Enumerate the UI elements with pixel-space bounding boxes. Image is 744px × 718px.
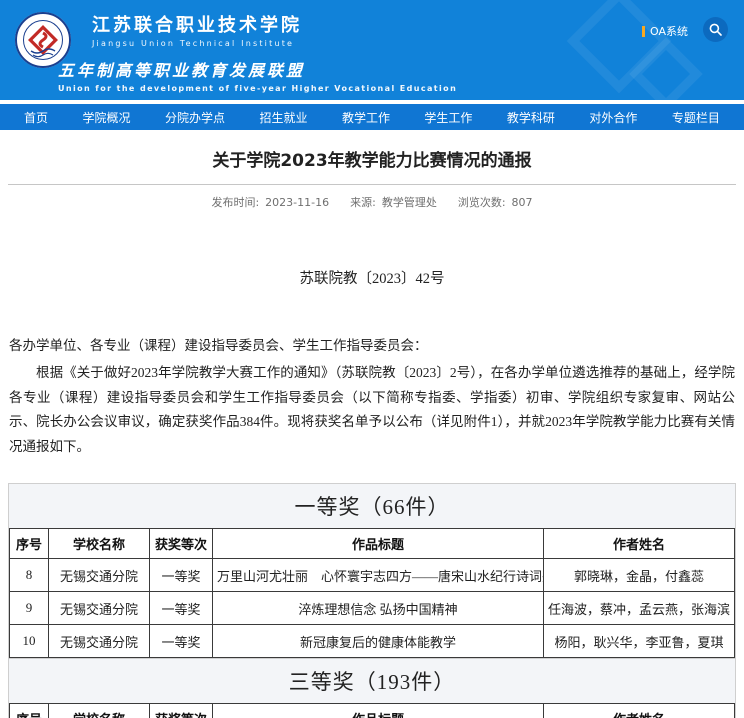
table-header-row: 序号 学校名称 获奖等次 作品标题 作者姓名 [10,704,735,718]
union-name-en: Union for the development of five-year H… [58,84,457,93]
col-header-work-title: 作品标题 [213,704,544,718]
site-name-en: Jiangsu Union Technical Institute [92,39,302,48]
award-table: 序号 学校名称 获奖等次 作品标题 作者姓名 15 无锡交通分院 三等奖 倡导理… [9,703,735,718]
source-value: 教学管理处 [382,196,437,209]
award-section-title: 一等奖（66件） [9,484,735,528]
award-section-title: 三等奖（193件） [9,659,735,703]
table-cell: 一等奖 [150,559,213,592]
nav-item-teaching[interactable]: 教学工作 [342,109,390,126]
site-identity: 江苏联合职业技术学院 Jiangsu Union Technical Insti… [92,16,302,48]
search-icon [709,23,722,36]
col-header-authors: 作者姓名 [544,529,735,559]
col-header-index: 序号 [10,704,49,718]
table-header-row: 序号 学校名称 获奖等次 作品标题 作者姓名 [10,529,735,559]
nav-item-research[interactable]: 教学科研 [507,109,555,126]
title-divider [8,184,736,185]
page-title: 关于学院2023年教学能力比赛情况的通报 [0,146,744,171]
site-header: 江苏联合职业技术学院 Jiangsu Union Technical Insti… [0,0,744,100]
site-name: 江苏联合职业技术学院 [92,16,302,36]
col-header-index: 序号 [10,529,49,559]
oa-marker-icon [642,26,645,37]
views-label: 浏览次数: [458,196,506,209]
col-header-grade: 获奖等次 [150,704,213,718]
main-nav: 首页 学院概况 分院办学点 招生就业 教学工作 学生工作 教学科研 对外合作 专… [0,104,744,130]
table-row: 10 无锡交通分院 一等奖 新冠康复后的健康体能教学 杨阳，耿兴华，李亚鲁，夏琪 [10,625,735,658]
salutation: 各办学单位、各专业（课程）建设指导委员会、学生工作指导委员会： [9,334,735,354]
col-header-school: 学校名称 [49,704,150,718]
article-meta: 发布时间: 2023-11-16 来源: 教学管理处 浏览次数: 807 [0,194,744,210]
table-cell: 无锡交通分院 [49,625,150,658]
nav-item-overview[interactable]: 学院概况 [82,109,130,126]
nav-item-cooperation[interactable]: 对外合作 [589,109,637,126]
nav-item-branches[interactable]: 分院办学点 [165,109,225,126]
table-cell: 无锡交通分院 [49,559,150,592]
body-paragraph: 根据《关于做好2023年学院教学大赛工作的通知》（苏联院教〔2023〕2号），在… [9,361,735,459]
table-cell: 10 [10,625,49,658]
table-cell: 8 [10,559,49,592]
nav-item-admissions[interactable]: 招生就业 [259,109,307,126]
table-cell: 一等奖 [150,625,213,658]
col-header-authors: 作者姓名 [544,704,735,718]
table-cell: 淬炼理想信念 弘扬中国精神 [213,592,544,625]
publish-time-value: 2023-11-16 [265,196,329,209]
award-section-first-prize: 一等奖（66件） 序号 学校名称 获奖等次 作品标题 作者姓名 8 无锡交通分院 [8,483,736,659]
table-cell: 万里山河尤壮丽 心怀寰宇志四方——唐宋山水纪行诗词鉴赏 [213,559,544,592]
publish-time-label: 发布时间: [211,196,259,209]
award-tables: 一等奖（66件） 序号 学校名称 获奖等次 作品标题 作者姓名 8 无锡交通分院 [8,483,736,718]
views-value: 807 [512,196,533,209]
table-cell: 无锡交通分院 [49,592,150,625]
nav-item-special-topics[interactable]: 专题栏目 [672,109,720,126]
award-table: 序号 学校名称 获奖等次 作品标题 作者姓名 8 无锡交通分院 一等奖 万里山河… [9,528,735,658]
source-label: 来源: [350,196,376,209]
col-header-work-title: 作品标题 [213,529,544,559]
table-cell: 杨阳，耿兴华，李亚鲁，夏琪 [544,625,735,658]
union-name: 五年制高等职业教育发展联盟 [58,57,457,81]
table-cell: 9 [10,592,49,625]
article: 关于学院2023年教学能力比赛情况的通报 发布时间: 2023-11-16 来源: 教… [0,146,744,718]
table-cell: 新冠康复后的健康体能教学 [213,625,544,658]
table-cell: 一等奖 [150,592,213,625]
nav-item-student-work[interactable]: 学生工作 [424,109,472,126]
table-cell: 郭晓琳，金晶，付鑫蕊 [544,559,735,592]
oa-system-link[interactable]: OA系统 [642,23,688,39]
union-identity: 五年制高等职业教育发展联盟 Union for the development … [58,57,457,93]
table-cell: 任海波，蔡冲，孟云燕，张海滨 [544,592,735,625]
table-row: 9 无锡交通分院 一等奖 淬炼理想信念 弘扬中国精神 任海波，蔡冲，孟云燕，张海… [10,592,735,625]
document-number: 苏联院教〔2023〕42号 [0,267,744,288]
award-section-third-prize: 三等奖（193件） 序号 学校名称 获奖等次 作品标题 作者姓名 15 无锡交通 [8,659,736,718]
search-button[interactable] [703,17,728,42]
col-header-grade: 获奖等次 [150,529,213,559]
col-header-school: 学校名称 [49,529,150,559]
oa-system-label: OA系统 [650,23,688,39]
table-row: 8 无锡交通分院 一等奖 万里山河尤壮丽 心怀寰宇志四方——唐宋山水纪行诗词鉴赏… [10,559,735,592]
nav-item-home[interactable]: 首页 [24,109,48,126]
